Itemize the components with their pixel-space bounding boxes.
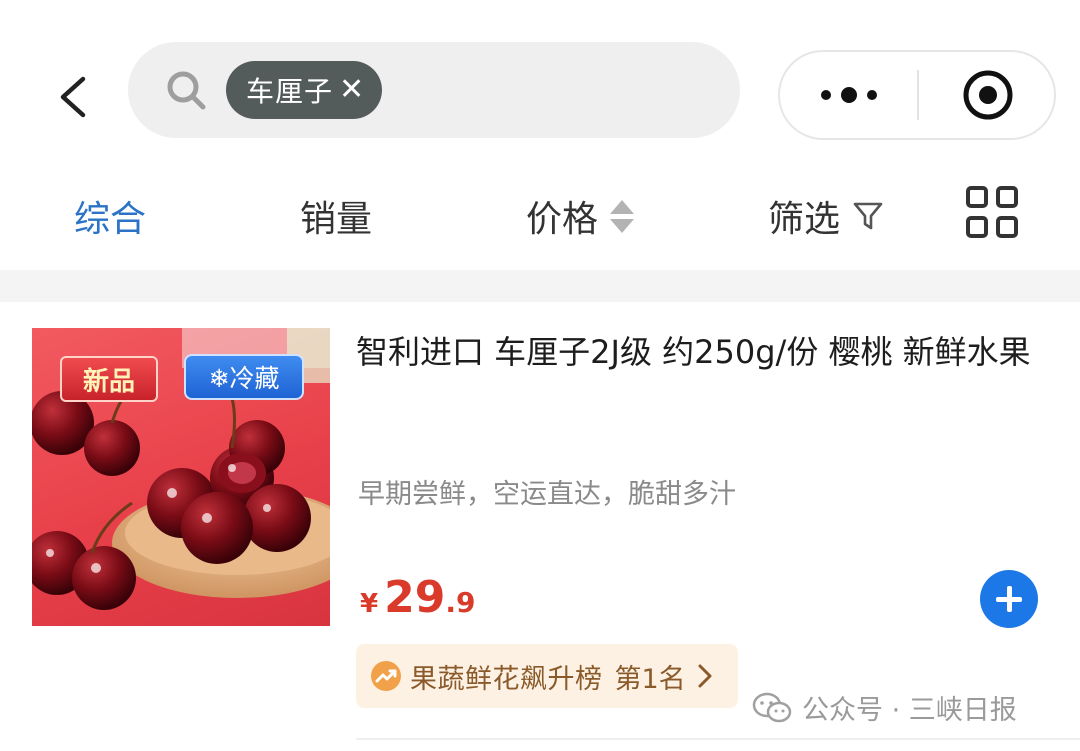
list-divider [356,738,1080,740]
funnel-icon [853,202,883,230]
target-icon[interactable] [920,52,1056,138]
refrigerated-badge: ❄冷藏 [184,354,304,400]
price-decimal: .9 [445,586,476,619]
sort-arrows-icon [610,199,635,233]
search-keyword-label: 车厘子 [246,75,334,108]
watermark: 公众号 · 三峡日报 [752,688,1017,727]
price-currency: ¥ [360,589,379,619]
product-image[interactable]: 新品 ❄冷藏 [32,328,330,626]
sort-tab-label: 价格 [526,199,599,240]
watermark-text: 公众号 · 三峡日报 [802,695,1017,726]
ranking-position: 第1名 [614,663,686,695]
sort-tab-filter[interactable]: 筛选 [768,176,884,256]
sort-tab-label: 筛选 [768,199,841,240]
close-icon[interactable]: ✕ [339,75,364,105]
add-to-cart-button[interactable] [980,570,1038,628]
product-title[interactable]: 智利进口 车厘子2J级 约250g/份 樱桃 新鲜水果 [356,330,1046,375]
section-divider [0,270,1080,302]
chevron-right-icon [698,664,712,688]
back-arrow-icon [60,76,86,118]
capsule-divider [917,70,919,120]
mini-program-capsule [778,50,1056,140]
sort-bar: 综合 销量 价格 筛选 [0,176,1080,256]
ranking-label: 果蔬鲜花飙升榜 [410,663,603,695]
grid-view-icon[interactable] [966,186,1020,240]
search-icon [164,68,208,112]
sort-tab-comprehensive[interactable]: 综合 [74,176,146,256]
ranking-tag[interactable]: 果蔬鲜花飙升榜 第1名 [356,644,738,708]
more-dots-icon[interactable] [780,52,918,138]
sort-tab-price[interactable]: 价格 [526,176,635,256]
product-subtitle: 早期尝鲜，空运直达，脆甜多汁 [358,479,736,510]
search-bar[interactable]: 车厘子 ✕ [128,42,740,138]
new-product-badge: 新品 [60,356,158,402]
sort-tab-sales[interactable]: 销量 [300,176,372,256]
trend-icon [371,661,401,691]
sort-tab-label: 销量 [300,199,373,240]
product-price: ¥ 29 .9 [360,572,475,623]
wechat-icon [752,692,792,722]
sort-tab-label: 综合 [74,199,147,240]
search-keyword-chip[interactable]: 车厘子 ✕ [226,61,383,119]
back-button[interactable] [40,62,110,132]
price-integer: 29 [384,572,446,623]
